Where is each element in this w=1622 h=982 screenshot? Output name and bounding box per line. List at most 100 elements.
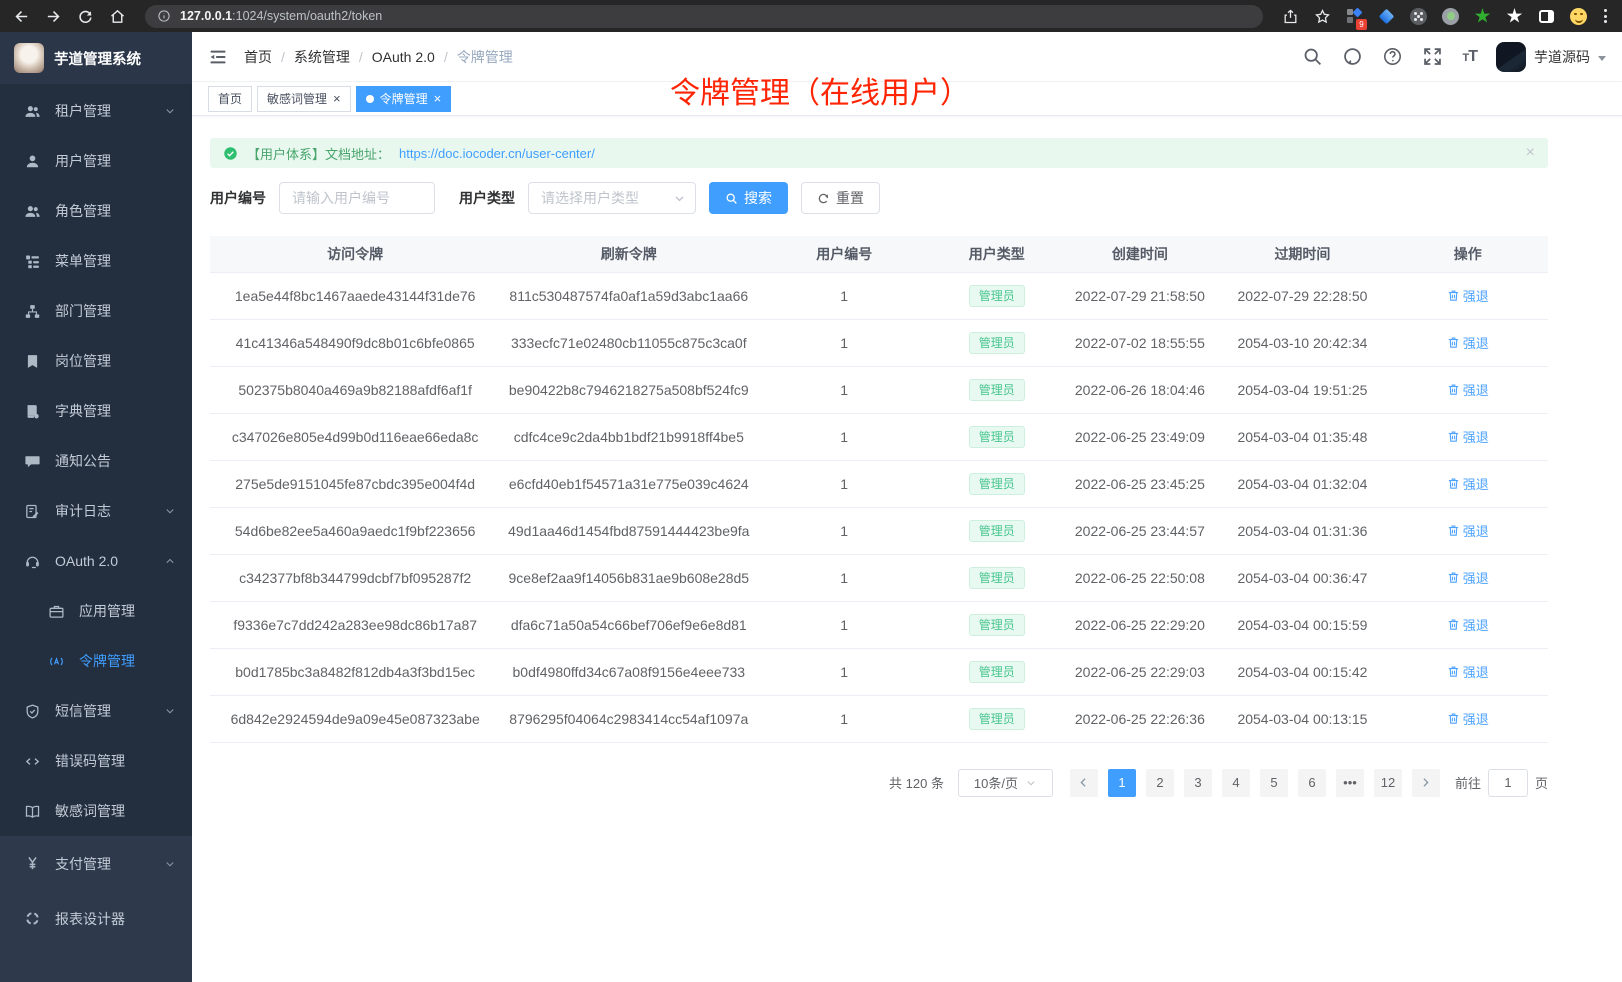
record-extension-icon[interactable] (1442, 8, 1459, 25)
page-button-5[interactable]: 5 (1260, 769, 1288, 797)
sidebar-item-sms[interactable]: 短信管理 (0, 686, 192, 736)
force-logout-button[interactable]: 强退 (1447, 333, 1489, 352)
force-logout-button[interactable]: 强退 (1447, 427, 1489, 446)
user-id-input[interactable] (279, 182, 435, 214)
pinwheel-extension-icon[interactable] (1506, 8, 1523, 25)
search-icon[interactable] (1302, 46, 1323, 67)
prev-page-button[interactable] (1070, 769, 1098, 797)
page-button-1[interactable]: 1 (1108, 769, 1136, 797)
sidebar-item-error-code[interactable]: 错误码管理 (0, 736, 192, 786)
sidebar-item-dept[interactable]: 部门管理 (0, 286, 192, 336)
site-info-icon[interactable] (157, 9, 171, 23)
page-button-6[interactable]: 6 (1298, 769, 1326, 797)
browser-reload-button[interactable] (77, 8, 94, 25)
close-tab-icon[interactable]: × (333, 92, 341, 105)
more-pages-button[interactable]: ••• (1336, 769, 1364, 797)
breadcrumb-item[interactable]: OAuth 2.0 (372, 49, 435, 65)
sidebar-item-label: 报表设计器 (55, 909, 125, 929)
user-type-tag: 管理员 (969, 473, 1025, 495)
sidebar-item-post[interactable]: 岗位管理 (0, 336, 192, 386)
page-content: 【用户体系】文档地址： https://doc.iocoder.cn/user-… (210, 116, 1548, 797)
tab-令牌管理[interactable]: 令牌管理× (356, 86, 452, 112)
force-logout-button[interactable]: 强退 (1447, 380, 1489, 399)
table-row: 41c41346a548490f9dc8b01c6bfe0865333ecfc7… (210, 319, 1548, 366)
doc-link[interactable]: https://doc.iocoder.cn/user-center/ (399, 146, 595, 161)
tab-敏感词管理[interactable]: 敏感词管理× (257, 86, 351, 112)
next-page-button[interactable] (1412, 769, 1440, 797)
sidebar-item-role[interactable]: 角色管理 (0, 186, 192, 236)
user-id-cell: 1 (757, 272, 931, 319)
force-logout-button[interactable]: 强退 (1447, 662, 1489, 681)
page-button-2[interactable]: 2 (1146, 769, 1174, 797)
breadcrumb-separator: / (281, 49, 285, 65)
reset-button[interactable]: 重置 (801, 182, 880, 214)
sidebar-panel-icon[interactable] (1538, 8, 1555, 25)
user-type-select[interactable]: 请选择用户类型 (528, 182, 696, 214)
browser-menu-icon[interactable] (1602, 9, 1609, 23)
sidebar-item-menu[interactable]: 菜单管理 (0, 236, 192, 286)
fullscreen-icon[interactable] (1422, 46, 1443, 67)
sidebar-item-oauth2[interactable]: OAuth 2.0 (0, 536, 192, 586)
font-size-icon[interactable]: TT (1462, 48, 1477, 66)
tab-首页[interactable]: 首页 (208, 86, 252, 112)
user-type-cell: 管理员 (931, 366, 1062, 413)
breadcrumb-item[interactable]: 系统管理 (294, 47, 350, 67)
user-type-tag: 管理员 (969, 379, 1025, 401)
page-button-4[interactable]: 4 (1222, 769, 1250, 797)
sidebar-item-notice[interactable]: 通知公告 (0, 436, 192, 486)
refresh-icon (817, 192, 830, 205)
sidebar-item-audit-log[interactable]: 审计日志 (0, 486, 192, 536)
green-star-extension-icon[interactable] (1474, 8, 1491, 25)
force-logout-button[interactable]: 强退 (1447, 568, 1489, 587)
browser-home-button[interactable] (109, 8, 126, 25)
help-icon[interactable] (1382, 46, 1403, 67)
bookmark-star-icon[interactable] (1314, 8, 1331, 25)
sidebar-item-sensitive-word[interactable]: 敏感词管理 (0, 786, 192, 836)
sidebar-item-report-designer[interactable]: 报表设计器 (0, 891, 192, 946)
browser-back-button[interactable] (13, 8, 30, 25)
browser-forward-button[interactable] (45, 8, 62, 25)
action-cell: 强退 (1387, 507, 1548, 554)
sidebar-item-pay[interactable]: 支付管理 (0, 836, 192, 891)
sidebar-item-label: 令牌管理 (79, 651, 135, 671)
close-tab-icon[interactable]: × (434, 92, 442, 105)
sidebar-item-tenant[interactable]: 租户管理 (0, 86, 192, 136)
command-extension-icon[interactable] (1410, 8, 1427, 25)
chevron-down-icon (164, 705, 176, 717)
action-cell: 强退 (1387, 554, 1548, 601)
goto-page-input[interactable] (1488, 769, 1528, 797)
force-logout-button[interactable]: 强退 (1447, 521, 1489, 540)
app-logo-row[interactable]: 芋道管理系统 (0, 32, 192, 84)
sidebar-item-user[interactable]: 用户管理 (0, 136, 192, 186)
collapse-sidebar-icon[interactable] (208, 47, 228, 67)
user-menu[interactable]: 芋道源码 (1496, 42, 1606, 72)
force-logout-button[interactable]: 强退 (1447, 286, 1489, 305)
page-button-3[interactable]: 3 (1184, 769, 1212, 797)
sidebar-item-oauth2-app[interactable]: 应用管理 (0, 586, 192, 636)
user-type-cell: 管理员 (931, 507, 1062, 554)
force-logout-button[interactable]: 强退 (1447, 615, 1489, 634)
badge-icon (24, 353, 41, 370)
breadcrumb-item[interactable]: 首页 (244, 47, 272, 67)
blocks-extension-icon[interactable]: 9 (1346, 8, 1363, 25)
force-logout-button[interactable]: 强退 (1447, 709, 1489, 728)
page-size-select[interactable]: 10条/页 (958, 769, 1053, 797)
sidebar-item-label: 租户管理 (55, 101, 111, 121)
pagination-total: 共 120 条 (889, 773, 944, 792)
github-icon[interactable] (1342, 46, 1363, 67)
share-icon[interactable] (1282, 8, 1299, 25)
goto-label: 前往 (1455, 773, 1481, 792)
page-button-12[interactable]: 12 (1374, 769, 1402, 797)
search-button[interactable]: 搜索 (709, 182, 788, 214)
sidebar-item-dict[interactable]: 字典管理 (0, 386, 192, 436)
force-logout-button[interactable]: 强退 (1447, 474, 1489, 493)
user-type-cell: 管理员 (931, 460, 1062, 507)
refresh-token-cell: 811c530487574fa0af1a59d3abc1aa66 (500, 272, 757, 319)
sidebar-item-oauth2-token[interactable]: 令牌管理 (0, 636, 192, 686)
menu-tree-icon (24, 253, 41, 270)
profile-avatar-icon[interactable] (1570, 8, 1587, 25)
address-bar[interactable]: 127.0.0.1:1024/system/oauth2/token (145, 5, 1263, 28)
gem-extension-icon[interactable] (1378, 8, 1395, 25)
alert-close-icon[interactable]: × (1526, 145, 1535, 161)
sidebar-item-label: 通知公告 (55, 451, 111, 471)
